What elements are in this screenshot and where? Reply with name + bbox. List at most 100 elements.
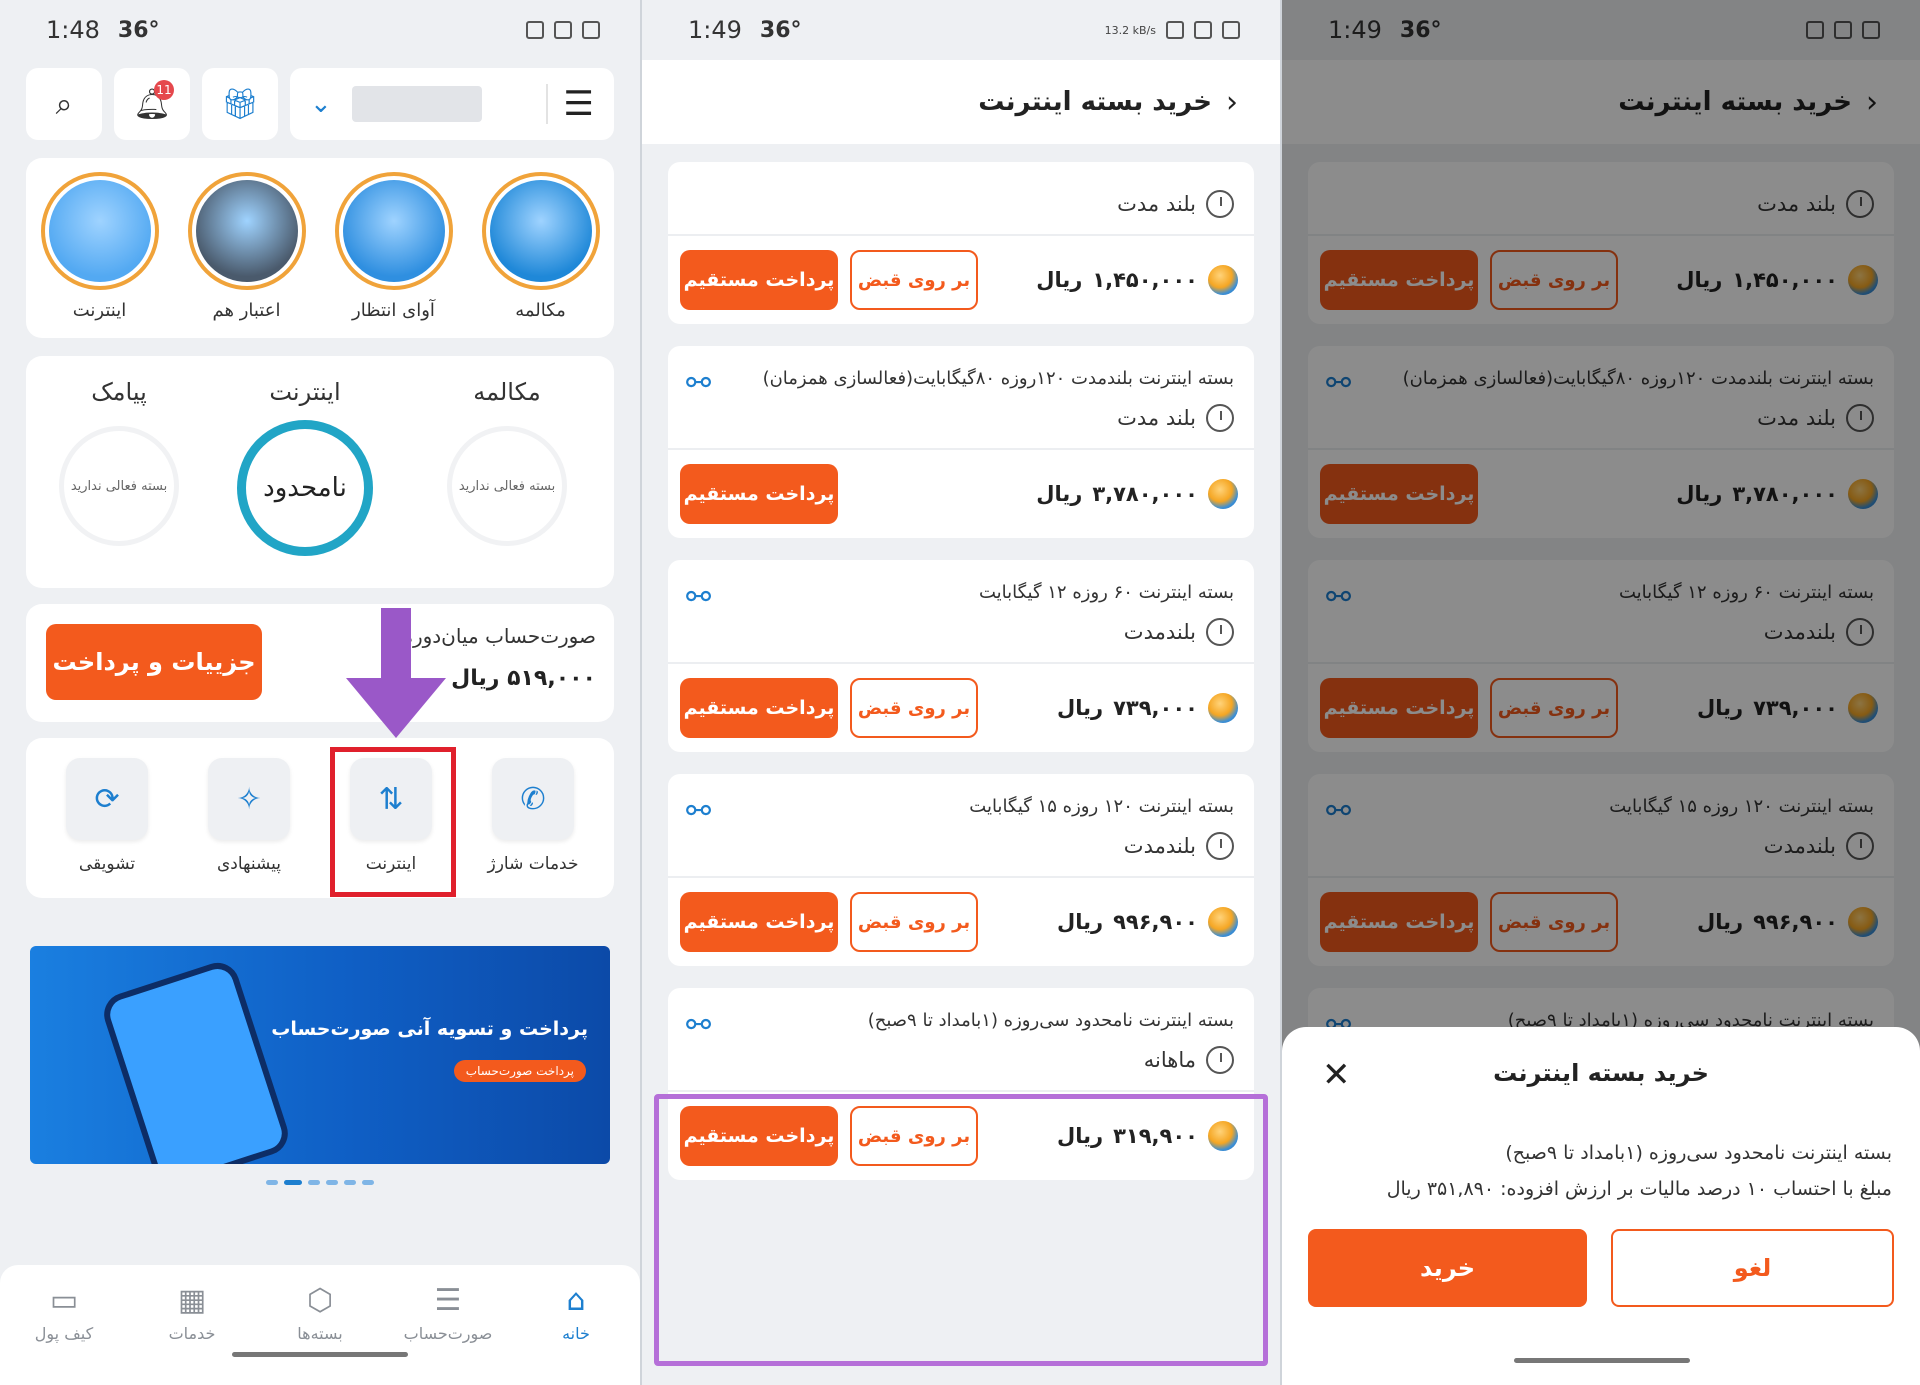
carousel-dot[interactable] [326,1180,338,1185]
home-topbar: ⌕ 🔔︎ 11 🎁︎ ⌄ ☰ [0,60,640,140]
sheet-package-name: بسته اینترنت نامحدود سی‌روزه (۱بامداد تا… [1505,1142,1892,1164]
nav-label: صورت‌حساب [403,1324,493,1343]
price-currency: ریال [1057,910,1104,934]
direct-pay-button[interactable]: پرداخت مستقیم [680,678,838,738]
nav-item[interactable]: ▦ خدمات [137,1283,247,1385]
hamburger-menu-icon[interactable]: ☰ [545,84,594,124]
usage-call[interactable]: مکالمه بسته فعالی ندارید [422,378,592,546]
story-item[interactable]: آوای انتظار [332,172,456,321]
service-phone-charge[interactable]: ✆ خدمات شارژ [473,758,593,898]
package-header: بلند مدت [668,162,1254,234]
masked-phone-number [351,86,482,122]
carousel-dot[interactable] [308,1180,320,1185]
chevron-down-icon: ⌄ [310,89,332,119]
add-to-bill-button[interactable]: بر روی قبض [850,892,978,952]
price-value: ۳,۷۸۰,۰۰۰ [1092,482,1198,506]
nav-item[interactable]: ☰ صورت‌حساب [393,1283,503,1385]
package-duration: بلند مدت [688,180,1234,234]
add-to-bill-button[interactable]: بر روی قبض [850,250,978,310]
sheet-actions: خرید لغو [1282,1229,1920,1307]
offer-icon: ✧ [208,758,290,840]
nav-label: خانه [562,1324,590,1343]
duration-label: بلند مدت [1117,406,1196,430]
package-actions: پرداخت مستقیمبر روی قبض [680,678,978,738]
bottom-navigation: ⌂ خانه ☰ صورت‌حساب ⬡ بسته‌ها ▦ خدمات ▭ کیف پول [0,1265,640,1385]
carousel-dot[interactable] [344,1180,356,1185]
close-icon[interactable]: ✕ [1322,1055,1351,1095]
service-offer[interactable]: ✧ پیشنهادی [189,758,309,898]
direct-pay-button[interactable]: پرداخت مستقیم [680,892,838,952]
account-selector[interactable]: ⌄ ☰ [290,68,614,140]
usage-internet[interactable]: اینترنت نامحدود [220,378,390,556]
signal-icon [554,21,572,39]
share-icon[interactable]: ⚯ [686,794,711,829]
price-value: ۹۹۶,۹۰۰ [1113,910,1198,934]
package-card: بسته اینترنت بلندمدت ۱۲۰روزه ۸۰گیگابایت(… [668,346,1254,538]
page-title: خرید بسته اینترنت [978,87,1212,117]
service-reward[interactable]: ⟳ تشویقی [47,758,167,898]
usage-sms[interactable]: پیامک بسته فعالی ندارید [34,378,204,546]
package-price: ۹۹۶,۹۰۰ ریال [1057,907,1238,937]
coins-icon [1208,265,1238,295]
carousel-dots [0,1180,640,1185]
cancel-button[interactable]: لغو [1611,1229,1894,1307]
clock-icon [1206,404,1234,432]
package-duration: بلندمدت [688,608,1234,662]
price-currency: ریال [1057,696,1104,720]
back-chevron-icon[interactable]: › [1226,85,1238,120]
add-to-bill-button[interactable]: بر روی قبض [850,678,978,738]
notification-button[interactable]: 🔔︎ 11 [114,68,190,140]
share-icon[interactable]: ⚯ [686,1008,711,1043]
banner-cta[interactable]: پرداخت صورت‌حساب [453,1060,586,1082]
share-icon[interactable]: ⚯ [686,366,711,401]
story-item[interactable]: اینترنت [38,172,162,321]
usage-card: مکالمه بسته فعالی ندارید اینترنت نامحدود… [26,356,614,588]
search-button[interactable]: ⌕ [26,68,102,140]
usage-internet-title: اینترنت [269,378,341,406]
coins-icon [1208,907,1238,937]
home-screen: 1:48 36° ⌕ 🔔︎ 11 🎁︎ ⌄ ☰ مکالمه آوای انتظار ا… [0,0,640,1385]
carousel-dot[interactable] [266,1180,278,1185]
gift-button[interactable]: 🎁︎ [202,68,278,140]
package-duration: ماهانه [688,1036,1234,1090]
selected-package-highlight [654,1094,1268,1366]
duration-label: بلند مدت [1117,192,1196,216]
sheet-description: بسته اینترنت نامحدود سی‌روزه (۱بامداد تا… [1282,1135,1920,1207]
nav-item[interactable]: ⌂ خانه [521,1283,631,1385]
buy-button[interactable]: خرید [1308,1229,1587,1307]
package-header: بسته اینترنت بلندمدت ۱۲۰روزه ۸۰گیگابایت(… [668,346,1254,448]
package-card: بلند مدت ۱,۴۵۰,۰۰۰ ریال پرداخت مستقیم بر روی… [668,162,1254,324]
clock-icon [1206,1046,1234,1074]
story-ring [334,172,453,290]
promo-banner[interactable]: پرداخت و تسویه آنی صورت‌حساب پرداخت صورت… [30,946,610,1164]
carousel-dot[interactable] [284,1180,302,1185]
nav-item[interactable]: ▭ کیف پول [9,1283,119,1385]
direct-pay-button[interactable]: پرداخت مستقیم [680,464,838,524]
story-item[interactable]: اعتبار هم [185,172,309,321]
status-carrier: 36° [117,17,160,43]
home-indicator [232,1352,408,1357]
story-thumbnail [342,180,445,282]
price-currency: ریال [1036,268,1083,292]
package-card: بسته اینترنت ۱۲۰ روزه ۱۵ گیگابایت ⚯ بلندمد… [668,774,1254,966]
package-name: بسته اینترنت بلندمدت ۱۲۰روزه ۸۰گیگابایت(… [762,368,1234,389]
package-price: ۳,۷۸۰,۰۰۰ ریال [1036,479,1238,509]
carousel-dot[interactable] [362,1180,374,1185]
internet-service-highlight [330,747,456,897]
home-indicator [1514,1358,1690,1363]
nav-item[interactable]: ⬡ بسته‌ها [265,1283,375,1385]
story-label: اینترنت [72,300,127,321]
package-footer: ۱,۴۵۰,۰۰۰ ریال پرداخت مستقیم بر روی قبض [668,234,1254,324]
story-item[interactable]: مکالمه [479,172,603,321]
direct-pay-button[interactable]: پرداخت مستقیم [680,250,838,310]
clock-icon [1206,190,1234,218]
share-icon[interactable]: ⚯ [686,580,711,615]
bill-icon: ☰ [434,1283,462,1318]
usage-call-title: مکالمه [473,378,541,406]
usage-sms-title: پیامک [91,378,147,406]
package-duration: بلند مدت [688,394,1234,448]
phone-charge-icon: ✆ [492,758,574,840]
purple-arrow-annotation [346,608,446,738]
bill-details-pay-button[interactable]: جزییات و پرداخت [46,624,262,700]
wifi-icon [526,21,544,39]
